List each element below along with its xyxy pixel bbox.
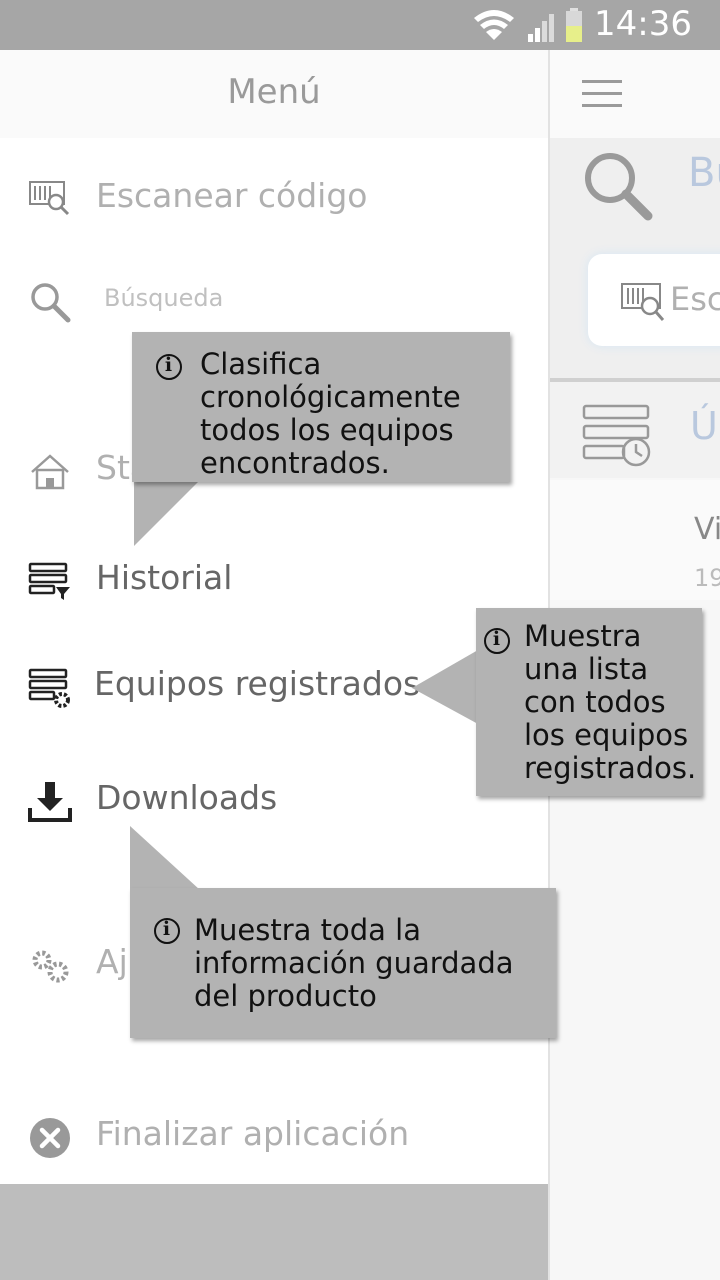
search-icon (31, 283, 71, 323)
home-icon (31, 454, 69, 490)
hamburger-menu-icon[interactable] (582, 80, 622, 108)
barcode-scan-icon (29, 181, 70, 216)
list-item-title: Vi (694, 512, 720, 547)
registered-devices-icon (28, 668, 70, 708)
download-icon (28, 782, 72, 822)
info-icon (484, 628, 510, 654)
tooltip-equipos-registrados: Muestra una lista con todos los equipos … (476, 608, 702, 796)
recent-title: Ú (690, 404, 718, 448)
menu-item-scan[interactable]: Escanear código (0, 158, 548, 238)
callout-tail (130, 826, 200, 890)
wifi-icon (474, 10, 514, 40)
list-item-subtitle: 19 (694, 564, 720, 592)
drawer-footer (0, 1184, 548, 1280)
status-icons (474, 8, 582, 42)
tooltip-historial: Clasifica cronológicamente todos los equ… (132, 332, 510, 482)
list-item[interactable]: Vi 19 (550, 480, 720, 600)
signal-icon (528, 14, 554, 42)
battery-icon (566, 8, 582, 42)
close-circle-icon (30, 1118, 70, 1158)
search-title: Bu (688, 150, 720, 196)
tooltip-text: Clasifica cronológicamente todos los equ… (200, 347, 461, 480)
info-icon (156, 354, 182, 380)
menu-item-exit[interactable]: Finalizar aplicación (0, 1096, 548, 1176)
menu-item-label: Finalizar aplicación (96, 1114, 410, 1153)
search-icon (585, 153, 653, 221)
history-filter-icon (28, 562, 70, 600)
drawer-title: Menú (227, 72, 321, 112)
recent-list-icon (582, 404, 651, 467)
barcode-scan-icon (621, 283, 665, 321)
menu-item-label: Equipos registrados (94, 664, 421, 703)
callout-tail (412, 650, 478, 724)
status-time: 14:36 (594, 4, 692, 44)
menu-item-label: Escanear código (96, 176, 368, 215)
status-bar: 14:36 (0, 0, 720, 50)
recent-header: Ú (550, 382, 720, 478)
tooltip-downloads: Muestra toda la información guardada del… (130, 888, 556, 1038)
gear-icon (32, 950, 69, 983)
scan-input[interactable]: Esc (588, 254, 720, 346)
menu-item-downloads[interactable]: Downloads (0, 760, 548, 840)
menu-item-search[interactable]: Búsqueda (0, 260, 548, 340)
tooltip-text: Muestra toda la información guardada del… (194, 913, 514, 1013)
info-icon (154, 918, 180, 944)
menu-item-label: Historial (96, 558, 233, 597)
drawer-header: Menú (0, 50, 548, 138)
menu-item-label: Búsqueda (104, 284, 224, 312)
menu-item-label: Downloads (96, 778, 278, 817)
scan-placeholder: Esc (670, 280, 720, 318)
menu-item-historial[interactable]: Historial (0, 540, 548, 620)
main-toolbar (550, 50, 720, 138)
tooltip-text: Muestra una lista con todos los equipos … (524, 619, 697, 785)
callout-tail (134, 478, 202, 546)
